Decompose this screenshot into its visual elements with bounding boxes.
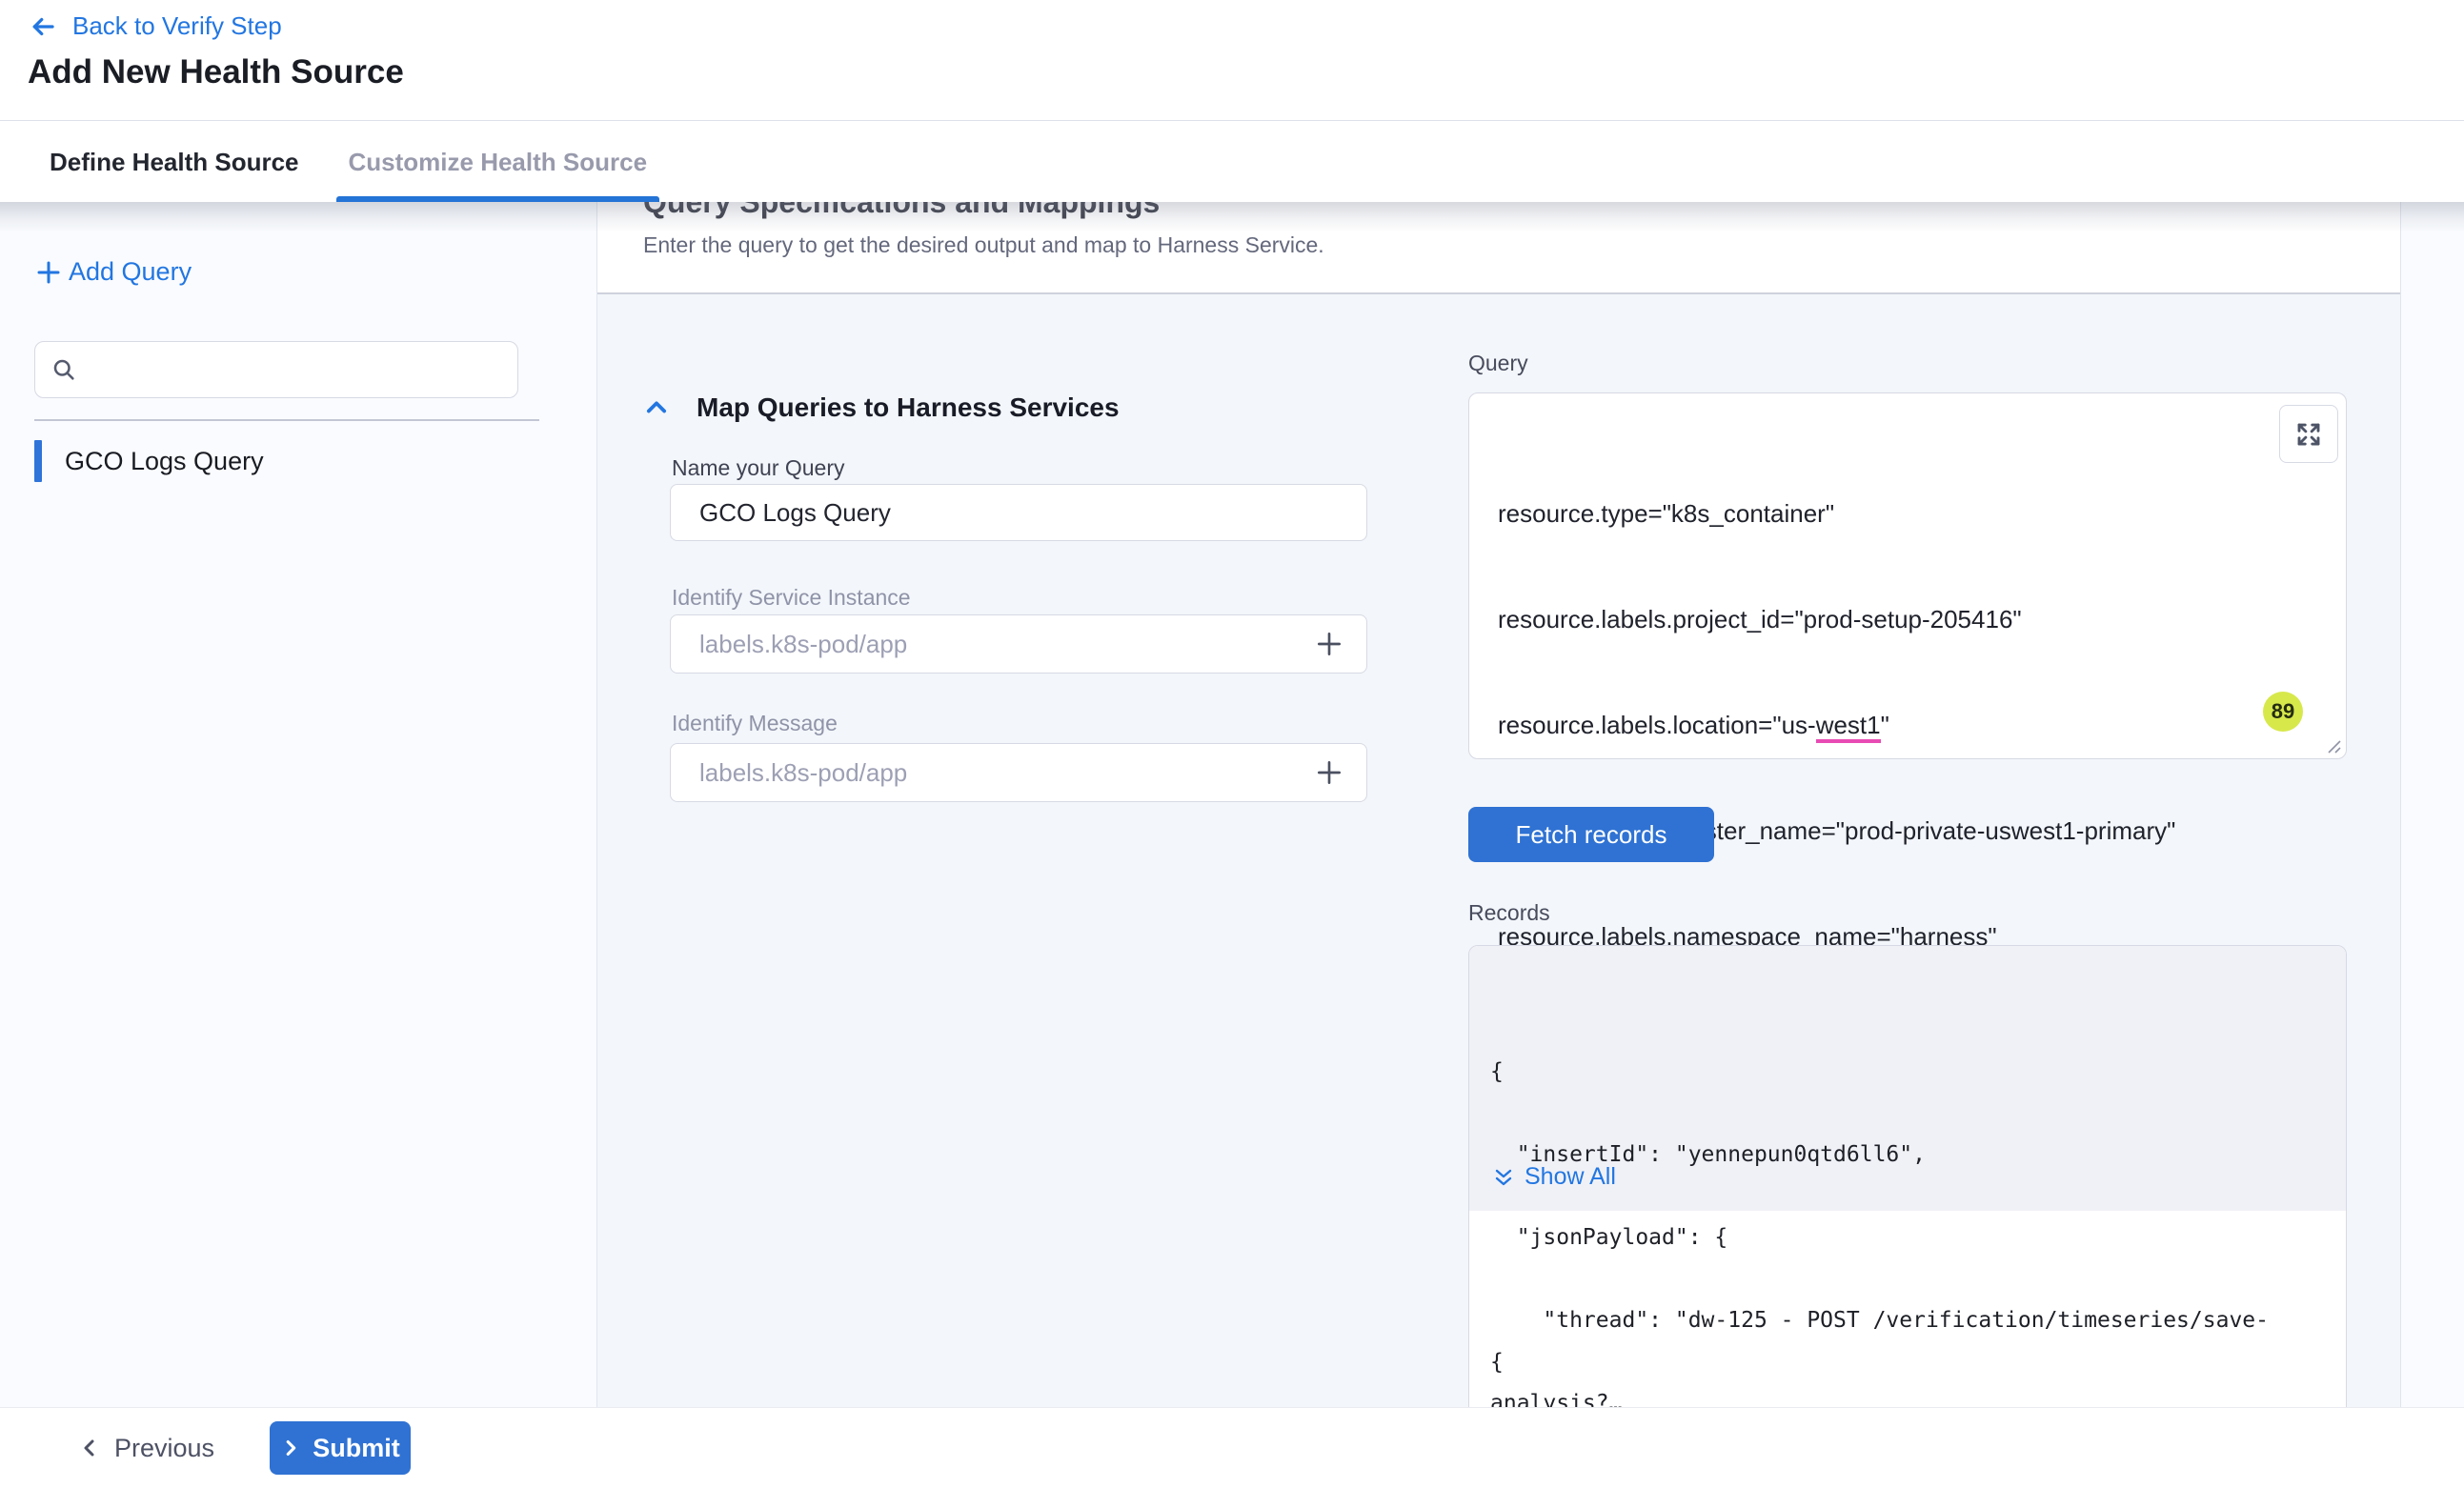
add-query-button[interactable]: Add Query bbox=[34, 257, 192, 287]
panel-header: Query Specifications and Mappings Enter … bbox=[597, 202, 2400, 294]
search-icon bbox=[50, 356, 77, 383]
query-name-input[interactable] bbox=[670, 484, 1367, 541]
submit-label: Submit bbox=[313, 1434, 400, 1463]
tab-define-health-source[interactable]: Define Health Source bbox=[50, 122, 299, 202]
records-label: Records bbox=[1468, 900, 1550, 926]
identify-message-input[interactable] bbox=[670, 743, 1367, 802]
section-subheading: Enter the query to get the desired outpu… bbox=[643, 232, 2400, 258]
service-instance-input[interactable] bbox=[670, 614, 1367, 674]
health-source-tabbar: Define Health Source Customize Health So… bbox=[0, 122, 2464, 202]
add-query-label: Add Query bbox=[69, 257, 192, 287]
name-query-label: Name your Query bbox=[672, 455, 845, 481]
records-panel[interactable]: { "insertId": "yennepun0qtd6ll6", "jsonP… bbox=[1468, 945, 2347, 1408]
wizard-footer: Previous Submit bbox=[0, 1407, 2464, 1488]
expand-icon bbox=[2294, 420, 2323, 449]
plus-icon bbox=[1314, 757, 1344, 788]
query-item-label: GCO Logs Query bbox=[65, 447, 264, 476]
chevron-right-icon bbox=[280, 1438, 301, 1458]
previous-button[interactable]: Previous bbox=[72, 1423, 220, 1473]
chevron-up-icon bbox=[643, 394, 670, 421]
arrow-left-icon bbox=[29, 12, 57, 41]
search-input[interactable] bbox=[91, 355, 502, 385]
query-specs-panel: Query Specifications and Mappings Enter … bbox=[596, 202, 2401, 1408]
show-all-link[interactable]: Show All bbox=[1492, 1163, 1616, 1191]
fetch-records-button[interactable]: Fetch records bbox=[1468, 807, 1714, 862]
add-service-instance-button[interactable] bbox=[1310, 625, 1348, 663]
chevron-left-icon bbox=[78, 1437, 101, 1459]
record-json: { "insertId": "r6rk2tnah3owf5eh", "jsonP… bbox=[1490, 1289, 2137, 1408]
expand-query-button[interactable] bbox=[2279, 405, 2338, 463]
query-line: resource.type="k8s_container" bbox=[1498, 496, 2175, 532]
plus-icon bbox=[34, 258, 63, 287]
query-line: resource.labels.project_id="prod-setup-2… bbox=[1498, 602, 2175, 637]
section-heading: Query Specifications and Mappings bbox=[643, 202, 2400, 221]
identify-service-instance-label: Identify Service Instance bbox=[672, 585, 911, 611]
query-label: Query bbox=[1468, 351, 1528, 376]
add-message-button[interactable] bbox=[1310, 754, 1348, 792]
map-queries-title: Map Queries to Harness Services bbox=[697, 392, 1120, 423]
sidebar-item-gco-logs-query[interactable]: GCO Logs Query bbox=[34, 440, 264, 482]
misspelled-word: west1 bbox=[1816, 711, 1881, 743]
query-search-box bbox=[34, 341, 518, 398]
content-area: Add Query GCO Logs Query Query Specifica… bbox=[0, 202, 2464, 1408]
selected-indicator-bar bbox=[34, 440, 42, 482]
add-health-source-page: Back to Verify Step Add New Health Sourc… bbox=[0, 0, 2464, 1488]
map-queries-section-header[interactable]: Map Queries to Harness Services bbox=[643, 392, 1120, 423]
page-header: Back to Verify Step Add New Health Sourc… bbox=[0, 0, 2464, 121]
tab-customize-health-source[interactable]: Customize Health Source bbox=[336, 122, 660, 202]
char-count-badge: 89 bbox=[2263, 692, 2303, 732]
back-link-label: Back to Verify Step bbox=[72, 11, 282, 41]
query-line: resource.labels.location="us-west1" bbox=[1498, 708, 2175, 743]
page-title: Add New Health Source bbox=[28, 53, 404, 91]
plus-icon bbox=[1314, 629, 1344, 659]
identify-message-label: Identify Message bbox=[672, 711, 838, 736]
record-card: { "insertId": "yennepun0qtd6ll6", "jsonP… bbox=[1469, 946, 2346, 1211]
sidebar-divider bbox=[34, 419, 539, 421]
query-editor[interactable]: resource.type="k8s_container" resource.l… bbox=[1468, 392, 2347, 759]
show-all-label: Show All bbox=[1525, 1163, 1616, 1191]
back-to-verify-step-link[interactable]: Back to Verify Step bbox=[29, 11, 282, 41]
double-chevron-down-icon bbox=[1492, 1166, 1515, 1189]
previous-label: Previous bbox=[114, 1434, 214, 1463]
resize-handle[interactable] bbox=[2325, 737, 2342, 754]
submit-button[interactable]: Submit bbox=[270, 1421, 411, 1475]
